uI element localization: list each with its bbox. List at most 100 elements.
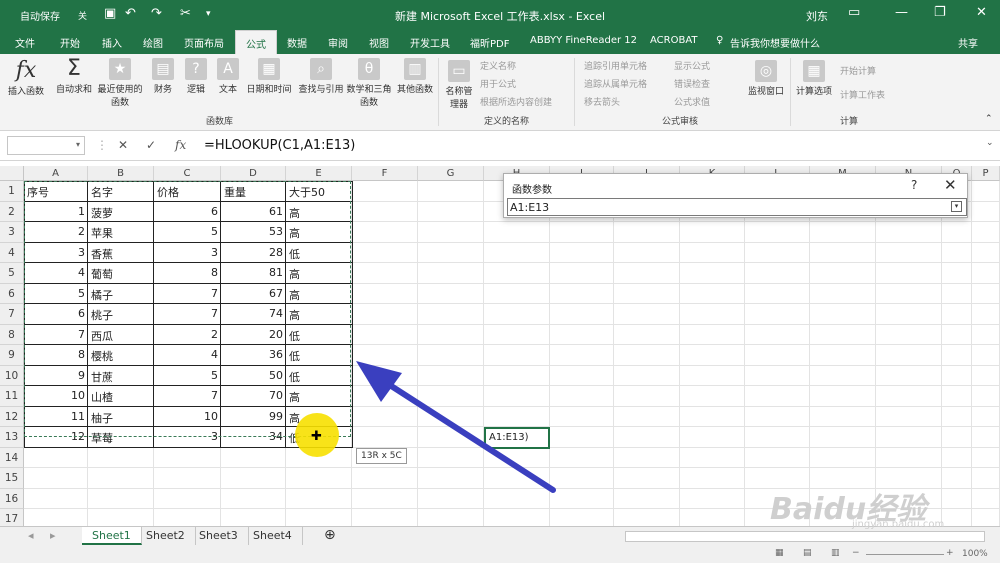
range-input[interactable]: A1:E13	[507, 198, 967, 216]
expand-formula-bar-icon[interactable]: ⌄	[986, 138, 994, 148]
sigma-icon: Σ	[67, 56, 81, 81]
calc-options-button[interactable]: ▦ 计算选项	[794, 60, 834, 97]
ribbon: fx 插入函数 Σ 自动求和 ★ 最近使用的函数 ▤ 财务 ? 逻辑 A 文本 ▦ 日期和时间…	[0, 54, 1000, 131]
group-separator	[790, 58, 791, 126]
autosum-button[interactable]: Σ 自动求和	[52, 56, 96, 96]
evaluate-formula-button[interactable]: 公式求值	[674, 95, 710, 108]
name-box[interactable]: ▾	[7, 136, 85, 155]
lightbulb-icon: ♀	[716, 35, 724, 46]
watch-window-button[interactable]: ◎ 监视窗口	[744, 60, 788, 97]
ribbon-display-icon[interactable]: ▭	[848, 5, 860, 20]
group-function-library: 函数库	[206, 117, 234, 127]
minimize-icon[interactable]: —	[895, 5, 908, 20]
user-name[interactable]: 刘东	[806, 8, 828, 24]
tab-file[interactable]: 文件	[15, 35, 35, 50]
tab-draw[interactable]: 绘图	[143, 35, 163, 50]
lookup-button[interactable]: ⌕ 查找与引用	[296, 58, 346, 95]
calculate-sheet-button[interactable]: 计算工作表	[840, 88, 885, 101]
title-bar: 自动保存 关 ▣ ↶ ↷ ✂ ▾ 新建 Microsoft Excel 工作表.…	[0, 0, 1000, 30]
tab-review[interactable]: 审阅	[328, 35, 348, 50]
zoom-level[interactable]: 100%	[962, 549, 988, 559]
tell-me-search[interactable]: 告诉我你想要做什么	[730, 35, 820, 50]
logic-button[interactable]: ? 逻辑	[181, 58, 211, 95]
close-icon[interactable]: ✕	[976, 5, 987, 20]
vertical-dots-icon: ⋮	[96, 138, 108, 152]
tab-view[interactable]: 视图	[369, 35, 389, 50]
zoom-slider[interactable]	[866, 554, 944, 555]
group-defined-names: 定义的名称	[484, 117, 530, 127]
calculate-now-button[interactable]: 开始计算	[840, 64, 876, 77]
cursor-plus-icon: ✚	[311, 429, 322, 444]
tab-acrobat[interactable]: ACROBAT	[650, 35, 698, 46]
help-button[interactable]: ?	[911, 178, 917, 192]
status-bar: ▦ ▤ ▥ − + 100%	[0, 546, 1000, 563]
theta-icon: θ	[358, 58, 380, 80]
datetime-button[interactable]: ▦ 日期和时间	[244, 58, 294, 95]
calculator-icon: ▦	[803, 60, 825, 82]
tab-formulas[interactable]: 公式	[235, 30, 277, 54]
chevron-down-icon[interactable]: ▾	[76, 140, 80, 149]
page-break-icon[interactable]: ▥	[831, 548, 840, 558]
finance-button[interactable]: ▤ 财务	[148, 58, 178, 95]
calendar-icon: ▦	[258, 58, 280, 80]
enter-check-icon[interactable]: ✓	[146, 138, 156, 152]
next-sheet-icon[interactable]: ▸	[40, 527, 66, 545]
expand-dialog-icon[interactable]: ▾	[951, 201, 962, 212]
math-button[interactable]: θ 数学和三角函数	[346, 58, 392, 108]
formula-bar: ▾ ⋮ ✕ ✓ fx =HLOOKUP(C1,A1:E13) ⌄	[0, 131, 1000, 161]
collapse-ribbon-icon[interactable]: ⌃	[985, 114, 993, 124]
name-manager-icon: ▭	[448, 60, 470, 82]
horizontal-scrollbar[interactable]	[625, 531, 985, 542]
tab-developer[interactable]: 开发工具	[410, 35, 450, 50]
create-from-selection-button[interactable]: 根据所选内容创建	[480, 95, 552, 108]
tab-page-layout[interactable]: 页面布局	[184, 35, 224, 50]
share-button[interactable]: 共享	[958, 35, 978, 50]
tab-insert[interactable]: 插入	[102, 35, 122, 50]
sheet-tab-4[interactable]: Sheet4	[243, 527, 303, 545]
function-arguments-dialog[interactable]: 函数参数 ? ✕ A1:E13 ▾	[503, 173, 968, 218]
formula-input[interactable]: =HLOOKUP(C1,A1:E13)	[204, 138, 355, 153]
sheet-tab-3[interactable]: Sheet3	[189, 527, 249, 545]
tab-foxit-pdf[interactable]: 福昕PDF	[470, 35, 509, 50]
group-calculation: 计算	[840, 117, 859, 127]
remove-arrows-button[interactable]: 移去箭头	[584, 95, 620, 108]
fx-icon: fx	[15, 58, 37, 83]
zoom-in-icon[interactable]: +	[946, 548, 954, 558]
group-separator	[438, 58, 439, 126]
add-sheet-icon[interactable]: ⊕	[314, 525, 346, 543]
use-in-formula-button[interactable]: 用于公式	[480, 77, 516, 90]
show-formulas-button[interactable]: 显示公式	[674, 59, 710, 72]
define-name-button[interactable]: 定义名称	[480, 59, 516, 72]
group-formula-auditing: 公式审核	[662, 117, 699, 127]
sheet-tab-1[interactable]: Sheet1	[82, 527, 142, 545]
dialog-close-button[interactable]: ✕	[944, 176, 957, 194]
cancel-icon[interactable]: ✕	[118, 138, 128, 152]
tab-data[interactable]: 数据	[287, 35, 307, 50]
sheet-tab-2[interactable]: Sheet2	[136, 527, 196, 545]
watermark-url: jingyan.baidu.com	[852, 519, 945, 530]
maximize-icon[interactable]: ❐	[934, 5, 946, 20]
glasses-icon: ◎	[755, 60, 777, 82]
insert-function-button[interactable]: fx 插入函数	[6, 58, 46, 98]
normal-view-icon[interactable]: ▦	[775, 548, 784, 558]
sheet-tab-bar: ◂ ▸ Sheet1 Sheet2 Sheet3 Sheet4 ⊕	[0, 526, 1000, 546]
tab-abbyy[interactable]: ABBYY FineReader 12	[530, 35, 637, 46]
other-functions-icon: ▥	[404, 58, 426, 80]
fx-icon[interactable]: fx	[175, 138, 186, 152]
recent-functions-button[interactable]: ★ 最近使用的函数	[96, 58, 144, 108]
question-icon: ?	[185, 58, 207, 80]
ribbon-tabs: 文件 开始 插入 绘图 页面布局 公式 数据 审阅 视图 开发工具 福昕PDF …	[0, 30, 1000, 54]
star-icon: ★	[109, 58, 131, 80]
page-layout-icon[interactable]: ▤	[803, 548, 812, 558]
name-manager-button[interactable]: ▭ 名称管理器	[442, 60, 476, 110]
other-functions-button[interactable]: ▥ 其他函数	[394, 58, 436, 95]
trace-precedents-button[interactable]: 追踪引用单元格	[584, 59, 647, 72]
error-check-button[interactable]: 错误检查	[674, 77, 710, 90]
group-separator	[574, 58, 575, 126]
trace-dependents-button[interactable]: 追踪从属单元格	[584, 77, 647, 90]
zoom-out-icon[interactable]: −	[852, 548, 860, 558]
text-button[interactable]: A 文本	[213, 58, 243, 95]
text-a-icon: A	[217, 58, 239, 80]
tab-home[interactable]: 开始	[60, 35, 80, 50]
worksheet-grid[interactable]: ABCDEFGHIJKLMNOPQ 1234567891011121314151…	[0, 166, 1000, 526]
